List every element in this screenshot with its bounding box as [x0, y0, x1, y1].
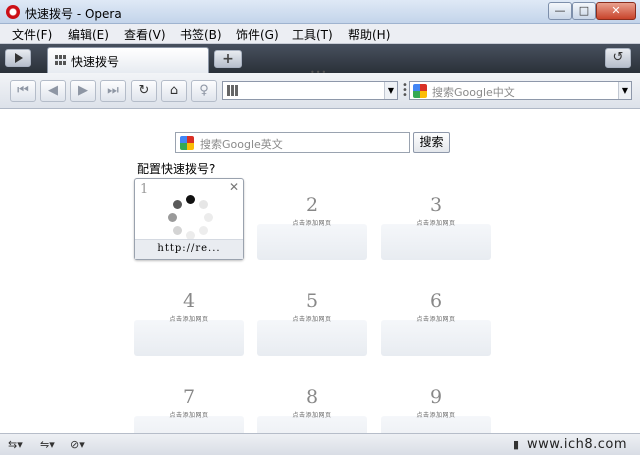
- menu-view[interactable]: 查看(V): [124, 26, 166, 43]
- dial-number: 6: [429, 290, 443, 312]
- loading-spinner-icon: [165, 193, 215, 243]
- speed-dial-grid-icon: [227, 85, 239, 96]
- dial-url: http://re...: [157, 243, 221, 254]
- menu-tools[interactable]: 工具(T): [292, 26, 333, 43]
- address-dropdown-icon[interactable]: ▼: [384, 82, 397, 99]
- menu-edit[interactable]: 编辑(E): [68, 26, 109, 43]
- window-title: 快速拨号 - Opera: [25, 7, 122, 21]
- dial-number: 4: [182, 290, 196, 312]
- dial-add-hint: 点击添加网页: [169, 412, 209, 419]
- google-icon: [180, 136, 194, 150]
- dial-number: 1: [140, 182, 149, 197]
- opera-logo-icon: [6, 5, 20, 19]
- dial-add-hint: 点击添加网页: [292, 412, 332, 419]
- page-icon[interactable]: ▮: [513, 438, 519, 451]
- speed-dial-7[interactable]: 7 点击添加网页: [134, 370, 244, 433]
- fast-forward-button[interactable]: ⏭: [100, 80, 126, 102]
- menu-bar: 文件(F) 编辑(E) 查看(V) 书签(B) 饰件(G) 工具(T) 帮助(H…: [0, 24, 640, 44]
- speed-dial-search-input[interactable]: 搜索Google英文: [175, 132, 410, 153]
- rewind-button[interactable]: ⏮: [10, 80, 36, 102]
- dial-placeholder: [134, 320, 244, 356]
- transfer-icon[interactable]: ⇆▾: [8, 438, 23, 451]
- close-icon[interactable]: ✕: [229, 180, 239, 194]
- speed-dial-9[interactable]: 9 点击添加网页: [381, 370, 491, 433]
- search-engine-dropdown-icon[interactable]: ▼: [618, 82, 631, 99]
- watermark-text: www.ich8.com: [527, 437, 628, 452]
- maximize-button[interactable]: □: [572, 2, 596, 20]
- close-window-button[interactable]: ✕: [596, 2, 636, 20]
- configure-speed-dial-link[interactable]: 配置快速拨号?: [137, 160, 215, 177]
- speed-dial-1[interactable]: 1 ✕ http://re...: [134, 178, 244, 260]
- dial-add-hint: 点击添加网页: [292, 316, 332, 323]
- tab-speed-dial[interactable]: 快速拨号: [47, 47, 209, 73]
- speed-dial-search-button[interactable]: 搜索: [413, 132, 450, 153]
- speed-dial-2[interactable]: 2 点击添加网页: [257, 178, 367, 260]
- menu-bookmarks[interactable]: 书签(B): [180, 26, 222, 43]
- speed-dial-3[interactable]: 3 点击添加网页: [381, 178, 491, 260]
- closed-tabs-button[interactable]: ↺: [605, 48, 631, 68]
- toolbar-search-placeholder: 搜索Google中文: [432, 86, 515, 99]
- speed-dial-search-placeholder: 搜索Google英文: [200, 138, 283, 151]
- title-bar: 快速拨号 - Opera — □ ✕: [0, 0, 640, 24]
- menu-file[interactable]: 文件(F): [12, 26, 52, 43]
- back-button[interactable]: ◀: [40, 80, 66, 102]
- dial-number: 8: [305, 386, 319, 408]
- dial-add-hint: 点击添加网页: [416, 220, 456, 227]
- dial-placeholder: [381, 320, 491, 356]
- speed-dial-4[interactable]: 4 点击添加网页: [134, 274, 244, 356]
- forward-button[interactable]: ▶: [70, 80, 96, 102]
- dial-placeholder: [257, 224, 367, 260]
- menu-widgets[interactable]: 饰件(G): [236, 26, 279, 43]
- speed-dial-5[interactable]: 5 点击添加网页: [257, 274, 367, 356]
- speed-dial-6[interactable]: 6 点击添加网页: [381, 274, 491, 356]
- toolbar-search-field[interactable]: 搜索Google中文 ▼: [409, 81, 632, 100]
- new-tab-button[interactable]: +: [214, 50, 242, 68]
- dial-add-hint: 点击添加网页: [292, 220, 332, 227]
- dial-number: 7: [182, 386, 196, 408]
- reload-button[interactable]: ↻: [131, 80, 157, 102]
- dial-add-hint: 点击添加网页: [416, 412, 456, 419]
- address-field[interactable]: ▼: [222, 81, 398, 100]
- toolbar-splitter[interactable]: • • •: [402, 81, 408, 101]
- google-icon: [413, 84, 427, 98]
- dial-number: 9: [429, 386, 443, 408]
- home-button[interactable]: ⌂: [161, 80, 187, 102]
- speed-dial-grid-icon: [55, 55, 67, 65]
- network-icon[interactable]: ⇋▾: [40, 438, 55, 451]
- panel-toggle-button[interactable]: [5, 49, 31, 67]
- dial-add-hint: 点击添加网页: [169, 316, 209, 323]
- menu-help[interactable]: 帮助(H): [348, 26, 390, 43]
- tab-label: 快速拨号: [71, 55, 120, 69]
- dial-number: 3: [429, 194, 443, 216]
- dial-number: 5: [305, 290, 319, 312]
- dial-footer: http://re...: [135, 239, 243, 259]
- speed-dial-8[interactable]: 8 点击添加网页: [257, 370, 367, 433]
- dial-add-hint: 点击添加网页: [416, 316, 456, 323]
- wand-button[interactable]: ♀: [191, 80, 217, 102]
- dial-placeholder: [381, 224, 491, 260]
- dial-number: 2: [305, 194, 319, 216]
- dial-placeholder: [257, 320, 367, 356]
- minimize-button[interactable]: —: [548, 2, 572, 20]
- block-content-icon[interactable]: ⊘▾: [70, 438, 85, 451]
